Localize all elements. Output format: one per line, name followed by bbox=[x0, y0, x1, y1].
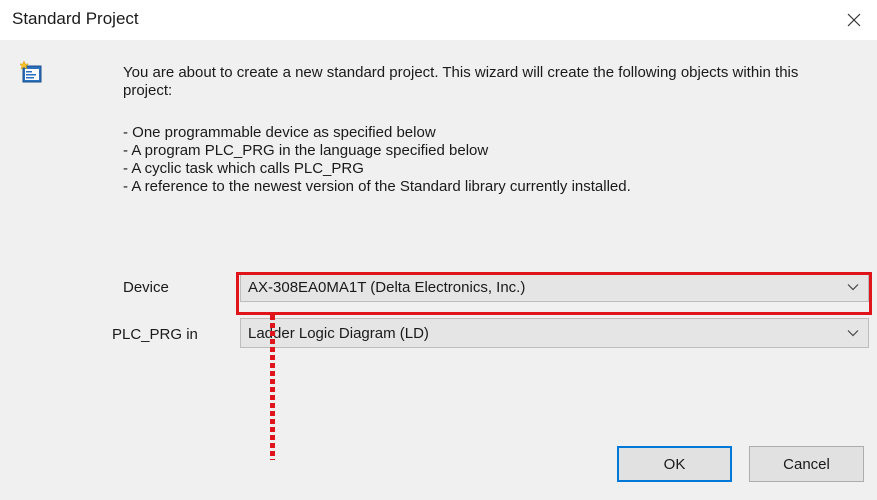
dialog-title: Standard Project bbox=[12, 9, 139, 28]
plc-prg-label: PLC_PRG in bbox=[112, 326, 198, 343]
created-objects-list: - One programmable device as specified b… bbox=[123, 124, 843, 196]
intro-text: You are about to create a new standard p… bbox=[123, 64, 799, 99]
list-item: - A reference to the newest version of t… bbox=[123, 178, 631, 195]
cancel-button[interactable]: Cancel bbox=[749, 446, 864, 482]
list-item: - A cyclic task which calls PLC_PRG bbox=[123, 160, 364, 177]
close-button[interactable] bbox=[831, 0, 877, 40]
chevron-down-icon bbox=[838, 273, 868, 301]
list-item: - One programmable device as specified b… bbox=[123, 124, 436, 141]
dialog-content: You are about to create a new standard p… bbox=[0, 40, 877, 500]
new-project-wizard-icon bbox=[20, 60, 42, 83]
standard-project-dialog: Standard Project You are about to create… bbox=[0, 0, 877, 500]
close-icon bbox=[847, 13, 861, 27]
list-item: - A program PLC_PRG in the language spec… bbox=[123, 142, 489, 159]
title-bar: Standard Project bbox=[0, 0, 877, 40]
plc-prg-dropdown-value: Ladder Logic Diagram (LD) bbox=[248, 324, 429, 342]
annotation-dotted-line bbox=[270, 315, 275, 460]
device-dropdown[interactable]: AX-308EA0MA1T (Delta Electronics, Inc.) bbox=[240, 272, 869, 302]
chevron-down-icon bbox=[838, 319, 868, 347]
device-label: Device bbox=[123, 279, 169, 296]
ok-button[interactable]: OK bbox=[617, 446, 732, 482]
device-dropdown-value: AX-308EA0MA1T (Delta Electronics, Inc.) bbox=[248, 278, 526, 296]
plc-prg-language-dropdown[interactable]: Ladder Logic Diagram (LD) bbox=[240, 318, 869, 348]
